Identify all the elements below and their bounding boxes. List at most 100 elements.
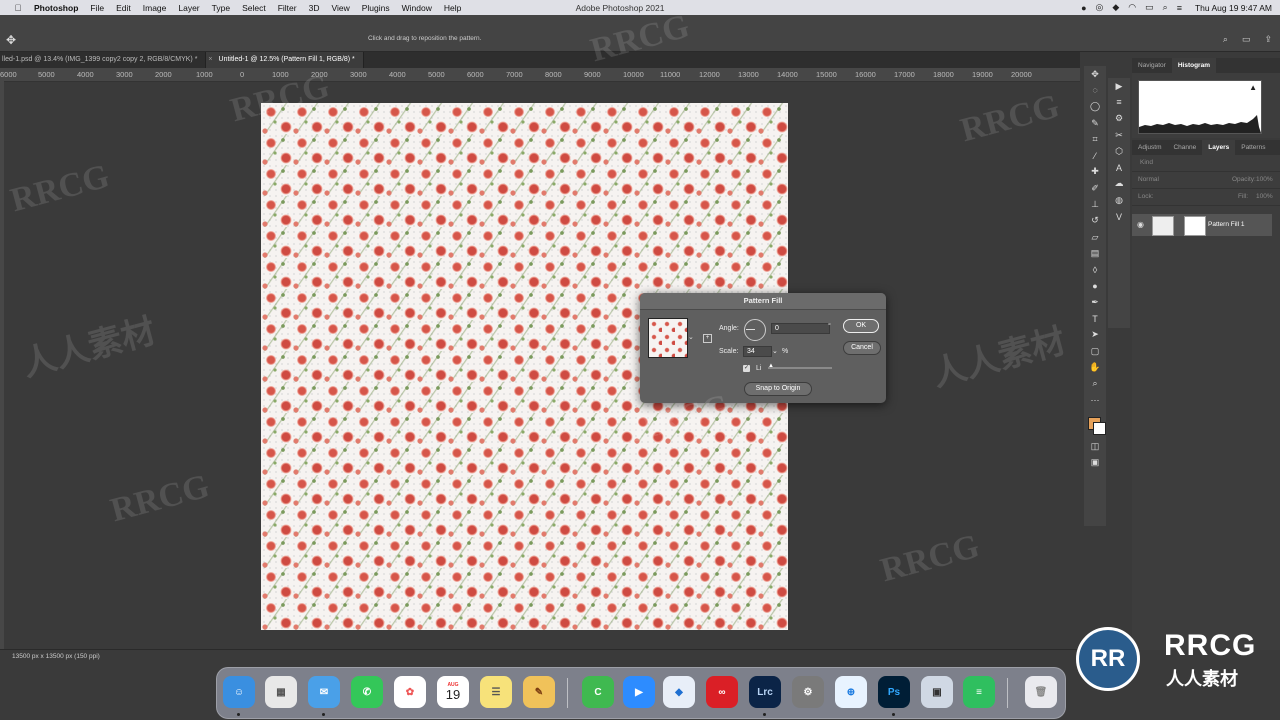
close-icon[interactable]: × [208,56,212,63]
eye-icon[interactable]: ◉ [1137,220,1144,229]
dropbox-icon[interactable]: ◆ [1112,2,1119,13]
photos-icon[interactable]: ✿ [394,676,426,708]
doc-tab-active[interactable]: × Untitled-1 @ 12.5% (Pattern Fill 1, RGB… [206,52,364,68]
menu-image[interactable]: Image [143,3,167,13]
creative-cloud-app-icon[interactable]: ∞ [706,676,738,708]
mail-icon[interactable]: ✉ [308,676,340,708]
history-brush-icon[interactable]: ↺ [1084,213,1106,229]
3d-icon[interactable]: ⬡ [1108,143,1130,159]
quick-mask-icon[interactable]: ◫ [1084,438,1106,454]
trash-icon[interactable]: 🗑 [1025,676,1057,708]
menu-layer[interactable]: Layer [178,3,199,13]
kind-filter[interactable]: Kind [1140,159,1153,166]
move-icon[interactable]: ✥ [1084,66,1106,82]
link-checkbox[interactable]: ✓ [743,365,750,372]
warning-icon[interactable]: ▲ [1249,83,1257,92]
layer-name[interactable]: Pattern Fill 1 [1208,221,1245,228]
fill-value[interactable]: 100% [1256,193,1273,200]
battery-icon[interactable]: ▭ [1145,2,1154,13]
color-swatches[interactable] [1084,408,1106,438]
search-icon[interactable]: ⌕ [1163,2,1168,13]
control-center-icon[interactable]: ≡ [1177,3,1182,13]
notes-icon[interactable]: ☰ [480,676,512,708]
new-preset-icon[interactable]: + [703,334,712,343]
cancel-button[interactable]: Cancel [843,341,881,355]
healing-icon[interactable]: ✚ [1084,164,1106,180]
creative-cloud-icon[interactable]: ◎ [1096,2,1104,13]
menu-window[interactable]: Window [402,3,432,13]
menu-plugins[interactable]: Plugins [362,3,390,13]
numbers-icon[interactable]: ≡ [963,676,995,708]
document-size[interactable]: 13500 px x 13500 px (150 ppi) [12,653,100,660]
brush-icon[interactable]: ✐ [1084,180,1106,196]
move-tool-icon[interactable]: ✥ [6,33,16,47]
crop-icon[interactable]: ⌗ [1084,131,1106,147]
tab-adjustments[interactable]: Adjustm [1132,140,1167,155]
angle-dial[interactable] [744,319,766,341]
safari-icon[interactable]: ⊕ [835,676,867,708]
blur-icon[interactable]: ◊ [1084,262,1106,278]
marquee-icon[interactable]: ◌ [1084,82,1106,98]
ok-button[interactable]: OK [843,319,879,333]
launchpad-icon[interactable]: ▦ [265,676,297,708]
tab-channels[interactable]: Channe [1167,140,1202,155]
tab-navigator[interactable]: Navigator [1132,58,1172,73]
type-icon[interactable]: T [1084,310,1106,326]
apple-icon[interactable]:  [12,3,24,13]
app-menu[interactable]: Photoshop [34,3,78,13]
workspace-icon[interactable]: ▭ [1242,34,1251,45]
background-color[interactable] [1093,422,1106,436]
scale-input[interactable]: 34 [743,346,772,357]
v-icon[interactable]: V [1108,208,1130,224]
menu-select[interactable]: Select [242,3,266,13]
clips-icon[interactable]: C [582,676,614,708]
finder-icon[interactable]: ☺ [223,676,255,708]
lasso-icon[interactable]: ◯ [1084,99,1106,115]
brush-settings-icon[interactable]: ✂ [1108,127,1130,143]
tab-layers[interactable]: Layers [1202,140,1236,155]
play-icon[interactable]: ▶ [1108,78,1130,94]
quick-select-icon[interactable]: ✎ [1084,115,1106,131]
menu-filter[interactable]: Filter [278,3,297,13]
photoshop-icon[interactable]: Ps [878,676,910,708]
hand-icon[interactable]: ✋ [1084,359,1106,375]
layer-row[interactable]: ◉ Pattern Fill 1 [1132,214,1272,236]
zoom-icon[interactable]: ⌕ [1084,376,1106,392]
preview-icon[interactable]: ▣ [921,676,953,708]
screen-mode-icon[interactable]: ▣ [1084,455,1106,471]
pen-icon[interactable]: ✒ [1084,294,1106,310]
gradient-icon[interactable]: ▤ [1084,245,1106,261]
zoom-app-icon[interactable]: ▶ [623,676,655,708]
eraser-icon[interactable]: ▱ [1084,229,1106,245]
menu-view[interactable]: View [331,3,349,13]
character-icon[interactable]: A [1108,159,1130,175]
chevron-down-icon[interactable]: ⌄ [772,347,778,355]
menu-help[interactable]: Help [444,3,461,13]
adjustments-icon[interactable]: ≡ [1108,94,1130,110]
menu-file[interactable]: File [90,3,104,13]
path-select-icon[interactable]: ➤ [1084,327,1106,343]
menu-type[interactable]: Type [212,3,230,13]
eyedropper-icon[interactable]: ⁄ [1084,147,1106,163]
doc-tab[interactable]: lled-1.psd @ 13.4% (IMG_1399 copy2 copy … [0,52,207,68]
swatches-icon[interactable]: ◍ [1108,192,1130,208]
calendar-icon[interactable]: AUG 19 [437,676,469,708]
wifi-icon[interactable]: ◠ [1128,2,1136,13]
status-icon[interactable]: ● [1081,3,1086,13]
dropbox-app-icon[interactable]: ◆ [663,676,695,708]
tab-patterns[interactable]: Patterns [1235,140,1271,155]
libraries-icon[interactable]: ☁ [1108,176,1130,192]
menu-clock[interactable]: Thu Aug 19 9:47 AM [1195,3,1272,13]
share-icon[interactable]: ⇪ [1264,34,1272,45]
search-icon[interactable]: ⌕ [1223,34,1228,45]
properties-icon[interactable]: ⚙ [1108,111,1130,127]
tab-histogram[interactable]: Histogram [1171,58,1216,73]
layer-filter-row[interactable]: Kind [1132,155,1280,172]
opacity-value[interactable]: 100% [1256,176,1273,183]
pages-icon[interactable]: ✎ [523,676,555,708]
snap-to-origin-button[interactable]: Snap to Origin [744,382,812,396]
more-tools-icon[interactable]: ⋯ [1084,392,1106,408]
chevron-down-icon[interactable]: ⌄ [688,333,694,341]
messages-icon[interactable]: ✆ [351,676,383,708]
pattern-picker[interactable] [648,318,688,358]
